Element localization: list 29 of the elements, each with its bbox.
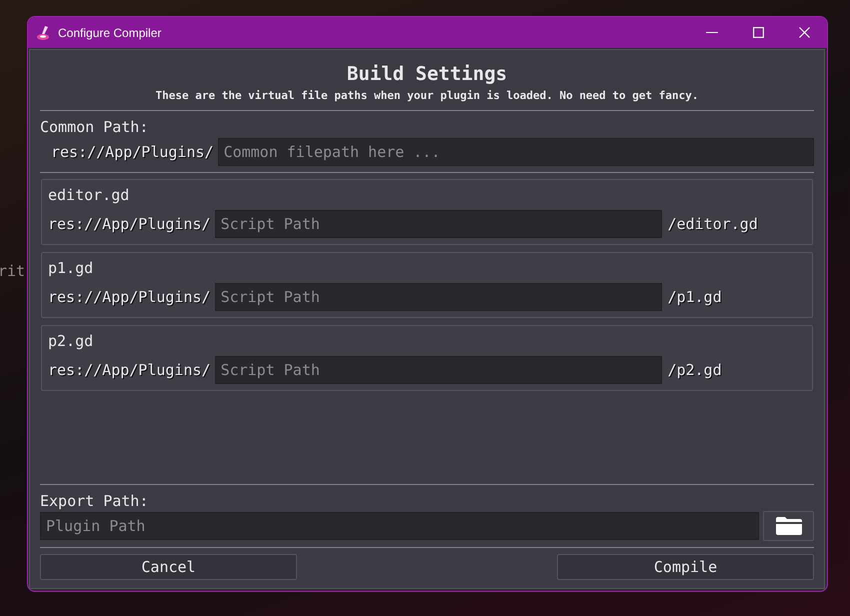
script-name: p1.gd: [48, 258, 94, 279]
path-field[interactable]: Common filepath here ...: [218, 138, 814, 166]
dialog-subtitle: These are the virtual file paths when your plugin is loaded. No need to get fancy.: [154, 88, 700, 104]
path-suffix: /editor.gd: [668, 215, 758, 233]
path-prefix: res://App/Plugins/: [48, 215, 211, 233]
maximize-icon: [752, 27, 764, 38]
action-button[interactable]: Compile: [557, 554, 814, 580]
path-field[interactable]: Plugin Path: [40, 512, 759, 540]
app-icon: [36, 24, 52, 40]
section-label: Common Path:: [40, 117, 150, 137]
script-name: editor.gd: [48, 185, 130, 206]
section-label: Export Path:: [40, 491, 150, 511]
folder-icon: [774, 516, 802, 536]
close-icon: [798, 27, 810, 38]
path-field[interactable]: Script Path: [214, 210, 662, 238]
path-suffix: /p2.gd: [668, 361, 722, 379]
script-name: p2.gd: [48, 331, 94, 352]
action-button[interactable]: Cancel: [40, 554, 297, 580]
path-prefix: res://App/Plugins/: [48, 361, 211, 379]
path-field[interactable]: Script Path: [214, 356, 662, 384]
window-title: Configure Compiler: [58, 26, 162, 40]
browse-button[interactable]: [763, 511, 814, 541]
path-prefix: res://App/Plugins/: [48, 288, 211, 306]
path-suffix: /p1.gd: [668, 288, 722, 306]
path-prefix: res://App/Plugins/: [51, 143, 214, 161]
background-text: rit: [0, 262, 26, 280]
minimize-icon: [706, 32, 718, 34]
path-field[interactable]: Script Path: [214, 283, 662, 311]
dialog-heading: Build Settings: [346, 62, 508, 86]
